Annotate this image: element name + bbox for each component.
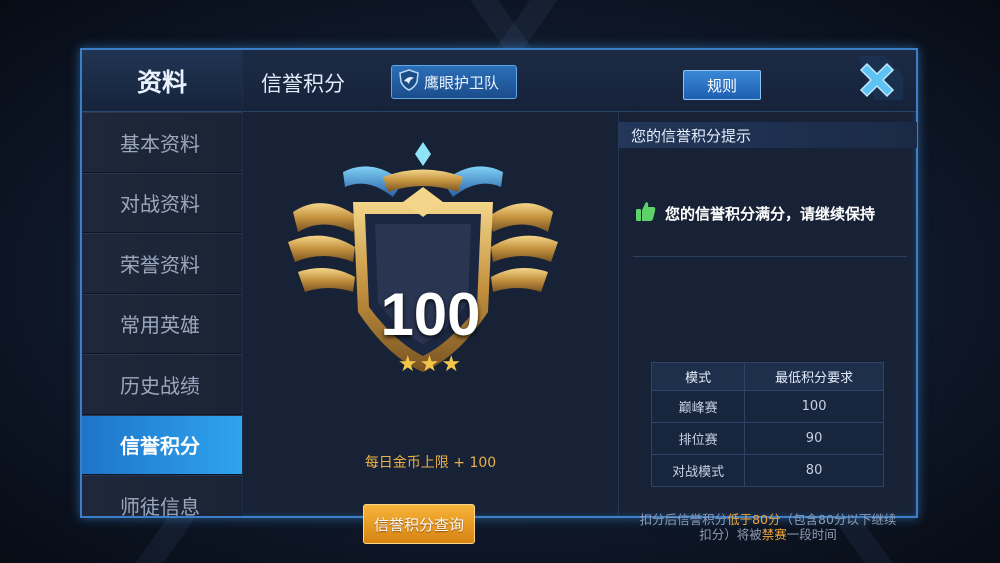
table-row: 对战模式 80 xyxy=(650,454,884,487)
tip-message: 您的信誉积分满分，请继续保持 xyxy=(665,204,876,223)
table-cell-score: 80 xyxy=(744,454,884,487)
table-row: 巅峰赛 100 xyxy=(650,390,884,423)
tip-message-row: 您的信誉积分满分，请继续保持 xyxy=(635,200,875,226)
thumbs-up-icon xyxy=(635,200,657,226)
sidebar-item-mentor-info[interactable]: 师徒信息 xyxy=(82,475,242,516)
credit-score-value: 100 xyxy=(380,281,481,348)
table-header-row: 模式 最低积分要求 xyxy=(650,362,884,391)
table-cell-mode: 对战模式 xyxy=(650,454,746,487)
table-cell-mode: 排位赛 xyxy=(650,422,746,455)
sidebar-title: 资料 xyxy=(82,50,242,112)
daily-gold-limit: 每日金币上限 + 100 xyxy=(364,455,497,471)
sidebar-item-basic-info[interactable]: 基本资料 xyxy=(82,112,242,173)
hawk-eye-guard-button[interactable]: 鹰眼护卫队 xyxy=(391,65,517,99)
page-title: 信誉积分 xyxy=(261,72,345,96)
note-highlight-below-80: 低于80分 xyxy=(727,512,781,527)
header-bar: 信誉积分 鹰眼护卫队 规则 xyxy=(243,50,916,112)
credit-tip-panel: 您的信誉积分提示 您的信誉积分满分，请继续保持 模式 最低积分要求 巅峰赛 10… xyxy=(618,112,917,542)
tip-title: 您的信誉积分提示 xyxy=(619,122,917,148)
profile-panel: 资料 基本资料 对战资料 荣誉资料 常用英雄 历史战绩 信誉积分 师徒信息 信誉… xyxy=(80,48,918,544)
sidebar-item-honor-info[interactable]: 荣誉资料 xyxy=(82,233,242,294)
table-row: 排位赛 90 xyxy=(650,422,884,455)
shield-icon xyxy=(398,69,420,95)
sidebar: 资料 基本资料 对战资料 荣誉资料 常用英雄 历史战绩 信誉积分 师徒信息 xyxy=(82,50,243,516)
close-button[interactable] xyxy=(841,50,916,110)
table-cell-score: 90 xyxy=(744,422,884,455)
hawk-eye-guard-label: 鹰眼护卫队 xyxy=(424,73,500,92)
note-text-3: 一段时间 xyxy=(786,527,837,542)
note-text-1: 扣分后信誉积分 xyxy=(639,512,728,527)
note-highlight-ban: 禁赛 xyxy=(761,527,787,542)
close-x-icon xyxy=(855,56,903,104)
table-cell-mode: 巅峰赛 xyxy=(650,390,746,423)
sidebar-item-battle-info[interactable]: 对战资料 xyxy=(82,172,242,233)
table-cell-score: 100 xyxy=(744,390,884,423)
penalty-note: 扣分后信誉积分低于80分（包含80分以下继续扣分）将被禁赛一段时间 xyxy=(637,512,899,542)
rules-button[interactable]: 规则 xyxy=(683,70,761,100)
star-rating: ★★★ xyxy=(397,352,464,377)
sidebar-item-match-history[interactable]: 历史战绩 xyxy=(82,354,242,415)
table-header-min-score: 最低积分要求 xyxy=(744,362,884,391)
sidebar-item-common-heroes[interactable]: 常用英雄 xyxy=(82,293,242,354)
sidebar-item-credit-score[interactable]: 信誉积分 xyxy=(82,414,242,475)
credit-score-query-button[interactable]: 信誉积分查询 xyxy=(363,504,475,544)
divider xyxy=(633,256,907,257)
table-header-mode: 模式 xyxy=(650,362,746,391)
credit-score-display: 100 ★★★ 每日金币上限 + 100 信誉积分查询 xyxy=(243,112,618,544)
mode-requirement-table: 模式 最低积分要求 巅峰赛 100 排位赛 90 对战模式 80 xyxy=(650,362,884,487)
